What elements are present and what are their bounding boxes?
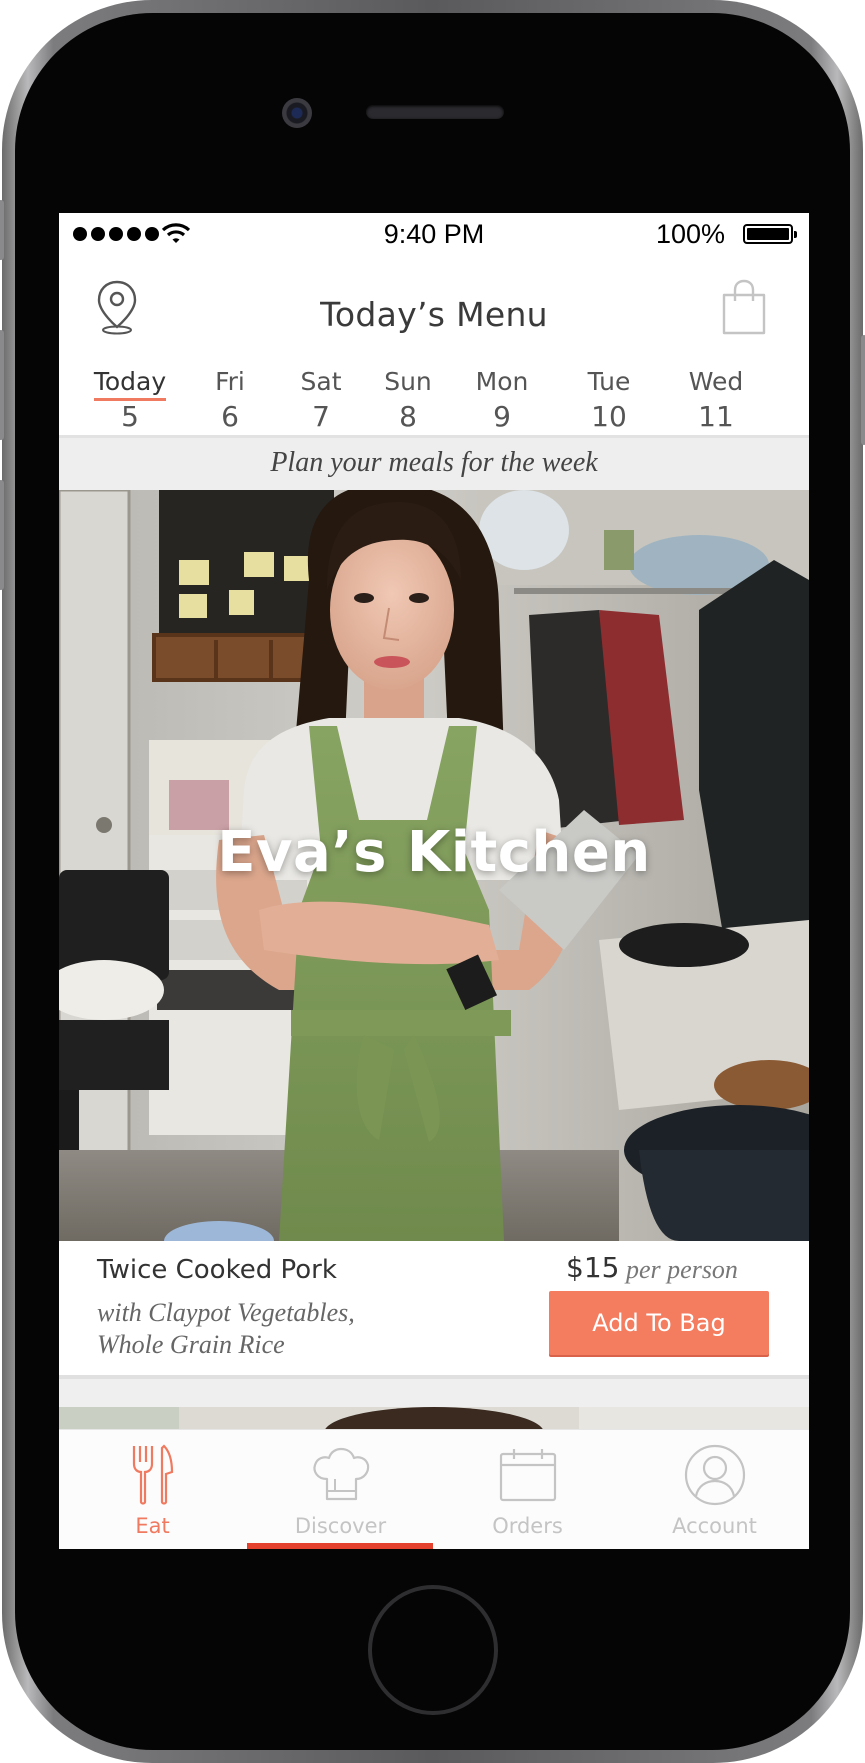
battery-icon bbox=[743, 224, 797, 244]
day-tab-mon[interactable]: Mon 9 bbox=[452, 365, 552, 435]
tab-active-indicator bbox=[247, 1543, 433, 1549]
status-bar: 9:40 PM 100% bbox=[59, 213, 809, 253]
day-name: Mon bbox=[475, 367, 529, 396]
chef-hero-image[interactable]: Eva’s Kitchen bbox=[59, 490, 809, 1241]
tab-label: Account bbox=[672, 1514, 757, 1538]
next-photo bbox=[59, 1407, 809, 1429]
tab-eat[interactable]: Eat bbox=[59, 1430, 246, 1549]
power-button bbox=[861, 335, 865, 445]
page-title: Today’s Menu bbox=[320, 295, 548, 334]
add-to-bag-button[interactable]: Add To Bag bbox=[549, 1291, 769, 1355]
day-tab-wed[interactable]: Wed 11 bbox=[666, 365, 766, 435]
day-number: 6 bbox=[221, 400, 239, 433]
phone-frame: 9:40 PM 100% Today’s Menu Today 5 Fri 6 … bbox=[0, 0, 865, 1763]
volume-up-button bbox=[0, 330, 4, 440]
meal-price: $15 bbox=[566, 1251, 620, 1284]
app-header: Today’s Menu Today 5 Fri 6 Sat 7 Sun 8 M… bbox=[59, 253, 809, 435]
day-name: Sat bbox=[300, 367, 342, 396]
day-name: Wed bbox=[688, 367, 744, 396]
user-icon bbox=[621, 1442, 808, 1508]
day-number: 10 bbox=[591, 400, 627, 433]
kitchen-name: Eva’s Kitchen bbox=[217, 820, 651, 885]
meal-sides: with Claypot Vegetables, Whole Grain Ric… bbox=[97, 1297, 427, 1361]
day-name: Today bbox=[93, 367, 167, 396]
active-day-underline bbox=[94, 398, 166, 401]
day-tab-tue[interactable]: Tue 10 bbox=[559, 365, 659, 435]
volume-down-button bbox=[0, 480, 4, 590]
chef-hat-icon bbox=[247, 1442, 434, 1508]
earpiece-speaker bbox=[366, 105, 504, 119]
tab-label: Orders bbox=[492, 1514, 563, 1538]
next-meal-image-peek[interactable] bbox=[59, 1407, 809, 1429]
fork-knife-icon bbox=[59, 1442, 246, 1508]
day-number: 7 bbox=[312, 400, 330, 433]
mute-switch bbox=[0, 200, 4, 260]
day-number: 5 bbox=[121, 400, 139, 433]
day-tab-sun[interactable]: Sun 8 bbox=[358, 365, 458, 435]
app-screen: 9:40 PM 100% Today’s Menu Today 5 Fri 6 … bbox=[59, 213, 809, 1549]
shopping-bag-icon[interactable] bbox=[720, 279, 768, 337]
tab-account[interactable]: Account bbox=[621, 1430, 808, 1549]
day-number: 11 bbox=[698, 400, 734, 433]
tab-discover[interactable]: Discover bbox=[247, 1430, 434, 1549]
day-name: Sun bbox=[384, 367, 432, 396]
day-tab-fri[interactable]: Fri 6 bbox=[180, 365, 280, 435]
tab-label: Discover bbox=[294, 1514, 387, 1538]
front-camera bbox=[282, 98, 312, 128]
meal-name: Twice Cooked Pork bbox=[97, 1255, 337, 1285]
bottom-tab-bar: Eat Discover Orders Account bbox=[59, 1429, 809, 1549]
day-name: Fri bbox=[215, 367, 245, 396]
tab-orders[interactable]: Orders bbox=[434, 1430, 621, 1549]
day-tab-sat[interactable]: Sat 7 bbox=[271, 365, 371, 435]
day-tab-today[interactable]: Today 5 bbox=[80, 365, 180, 435]
price-unit: per person bbox=[626, 1255, 738, 1284]
meal-card: Twice Cooked Pork with Claypot Vegetable… bbox=[59, 1241, 809, 1375]
tagline-bar: Plan your meals for the week bbox=[59, 438, 809, 490]
day-name: Tue bbox=[587, 367, 631, 396]
tagline: Plan your meals for the week bbox=[270, 447, 598, 478]
day-selector: Today 5 Fri 6 Sat 7 Sun 8 Mon 9 Tue 10 W… bbox=[59, 365, 809, 435]
day-number: 8 bbox=[399, 400, 417, 433]
card-gap bbox=[59, 1379, 809, 1407]
day-number: 9 bbox=[493, 400, 511, 433]
home-button[interactable] bbox=[368, 1585, 498, 1715]
battery-percentage: 100% bbox=[655, 219, 725, 249]
tab-label: Eat bbox=[135, 1514, 170, 1538]
meal-sides-line-2: Whole Grain Rice bbox=[97, 1330, 285, 1359]
meal-sides-line-1: with Claypot Vegetables, bbox=[97, 1298, 355, 1327]
calendar-icon bbox=[434, 1442, 621, 1508]
